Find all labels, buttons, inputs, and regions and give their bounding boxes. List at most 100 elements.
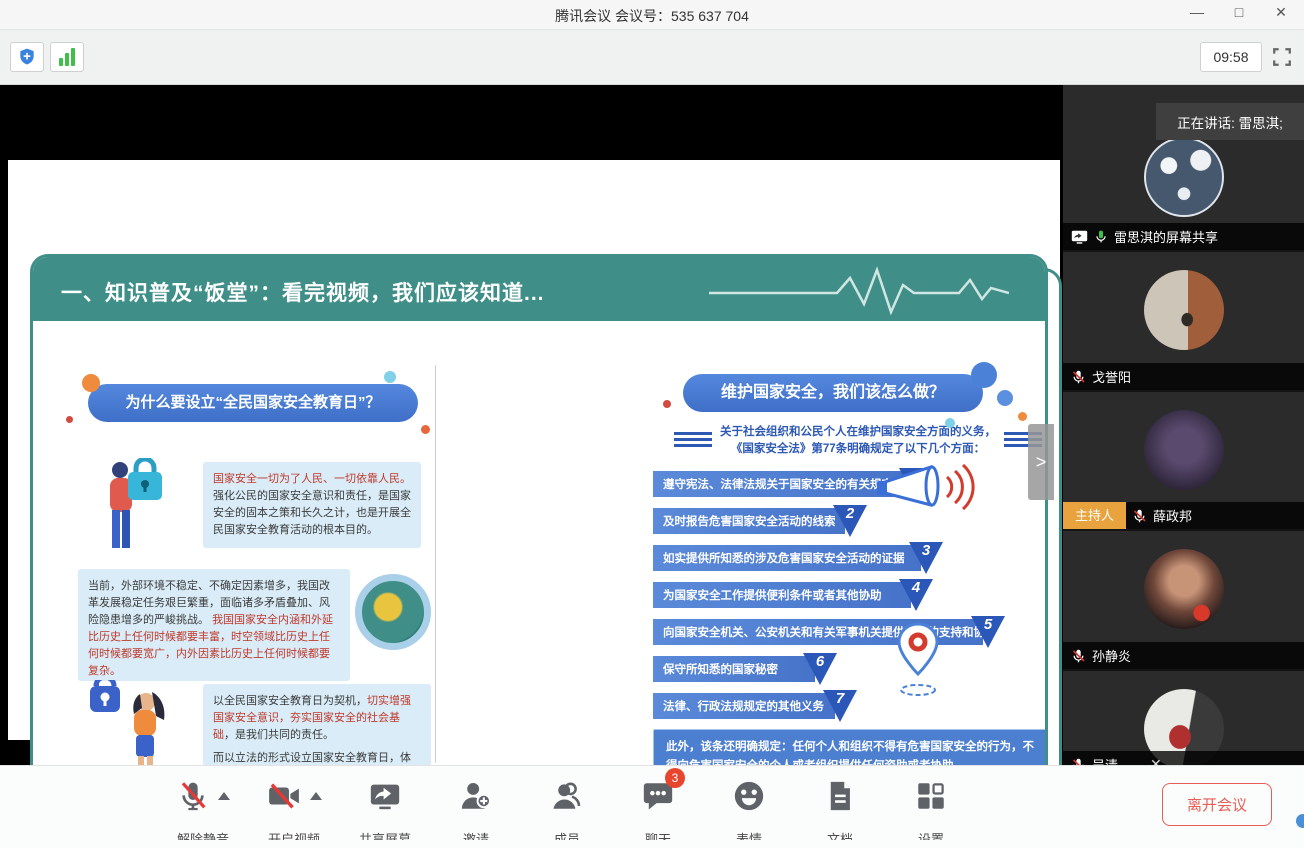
obligation-item: 为国家安全工作提供便利条件或者其他协助 4 [653, 582, 911, 608]
obligation-item: 如实提供所知悉的涉及危害国家安全活动的证据 3 [653, 545, 921, 571]
slide-header: 一、知识普及“饭堂”：看完视频，我们应该知道... [33, 257, 1045, 321]
avatar [1144, 137, 1224, 217]
number-flag: 5 [971, 616, 1005, 650]
avatar [1144, 549, 1224, 629]
shared-screen-stage: 一、知识普及“饭堂”：看完视频，我们应该知道... 为什么要设立“全民国家安全教… [0, 85, 1063, 765]
window-title: 腾讯会议 会议号：535 637 704 [0, 6, 1304, 26]
docs-button[interactable]: 文档 [805, 775, 875, 840]
participant-name: 薛政邦 [1153, 506, 1192, 525]
window-titlebar: 腾讯会议 会议号：535 637 704 — □ ✕ [0, 0, 1304, 30]
participant-name: 孙静炎 [1092, 646, 1131, 665]
start-video-button[interactable]: 开启视频 [259, 775, 329, 840]
sidebar-collapse-handle[interactable]: > [1028, 424, 1054, 500]
fullscreen-icon [1272, 47, 1292, 67]
slide-left-column: 为什么要设立“全民国家安全教育日”？ [58, 362, 438, 802]
participant-namebar: 雷思淇的屏幕共享 [1063, 223, 1304, 250]
obligation-item: 遵守宪法、法律法规关于国家安全的有关规定 1 [653, 471, 911, 497]
layout-grid-icon [914, 779, 948, 813]
decor-dot [82, 374, 100, 392]
number-flag: 4 [899, 579, 933, 613]
decor-dot [66, 416, 73, 423]
settings-button[interactable]: 设置 [896, 775, 966, 840]
participant-tile[interactable]: 孙静炎 [1063, 531, 1304, 669]
left-heading-banner: 为什么要设立“全民国家安全教育日”？ [88, 384, 418, 422]
participant-namebar: 主持人 薛政邦 [1063, 502, 1304, 529]
slide-card: 一、知识普及“饭堂”：看完视频，我们应该知道... 为什么要设立“全民国家安全教… [30, 254, 1048, 811]
right-subtitle-row: 关于社会组织和公民个人在维护国家安全方面的义务， 《国家安全法》第77条明确规定… [653, 424, 1048, 457]
video-options-caret-icon[interactable] [310, 792, 322, 800]
obligation-item: 法律、行政法规规定的其他义务 7 [653, 693, 835, 719]
meeting-timer: 09:58 [1200, 42, 1262, 72]
mic-muted-icon [1071, 757, 1086, 766]
mic-active-icon [1094, 229, 1108, 244]
participant-tile[interactable]: 吴清 ✕ [1063, 671, 1304, 765]
leave-meeting-button[interactable]: 离开会议 [1162, 783, 1272, 826]
decor-dot [663, 400, 671, 408]
decor-dot [384, 371, 396, 383]
shared-slide-surface: 一、知识普及“饭堂”：看完视频，我们应该知道... 为什么要设立“全民国家安全教… [8, 160, 1060, 740]
participant-tile[interactable]: 戈誉阳 [1063, 252, 1304, 390]
obligation-item: 及时报告危害国家安全活动的线索 2 [653, 508, 845, 534]
number-flag: 6 [803, 653, 837, 687]
members-button[interactable]: 成员 [532, 775, 602, 840]
decor-dot [1018, 412, 1027, 421]
close-icon[interactable]: ✕ [1266, 4, 1296, 21]
fullscreen-button[interactable] [1272, 47, 1292, 67]
security-shield-button[interactable] [10, 42, 44, 72]
chat-button[interactable]: 3 聊天 [623, 775, 693, 840]
close-icon[interactable]: ✕ [1150, 756, 1162, 765]
globe-icon [355, 574, 431, 650]
heartbeat-line-icon [709, 263, 1009, 319]
participant-namebar: 吴清 ✕ [1063, 751, 1304, 765]
obligation-item: 保守所知悉的国家秘密 6 [653, 656, 815, 682]
share-screen-icon [368, 779, 402, 813]
participant-name: 吴清 [1092, 755, 1118, 765]
signal-bars-icon [59, 48, 75, 66]
tencent-meeting-window: 腾讯会议 会议号：535 637 704 — □ ✕ 09:58 [0, 0, 1304, 848]
location-pin-icon [891, 620, 946, 698]
number-flag: 7 [823, 690, 857, 724]
maximize-icon[interactable]: □ [1224, 4, 1254, 20]
network-quality-button[interactable] [50, 42, 84, 72]
left-heading: 为什么要设立“全民国家安全教育日”？ [125, 394, 380, 411]
right-heading-banner: 维护国家安全，我们该怎么做？ [683, 374, 983, 412]
highlight-text: 国家安全一切为了人民、一切依靠人民。 [213, 473, 411, 485]
participant-tile-host[interactable]: 主持人 薛政邦 [1063, 392, 1304, 529]
minimize-icon[interactable]: — [1182, 4, 1212, 20]
members-icon [550, 779, 584, 813]
share-screen-button[interactable]: 共享屏幕 [350, 775, 420, 840]
left-text-block-1: 国家安全一切为了人民、一切依靠人民。强化公民的国家安全意识和责任，是国家安全的固… [203, 462, 421, 548]
unmute-button[interactable]: 解除静音 [168, 775, 238, 840]
decor-dot [421, 425, 430, 434]
right-subtitle: 关于社会组织和公民个人在维护国家安全方面的义务， 《国家安全法》第77条明确规定… [720, 424, 996, 457]
decor-dot [971, 362, 997, 388]
number-flag: 3 [909, 542, 943, 576]
camera-muted-icon [267, 779, 301, 813]
decor-dot [945, 418, 955, 428]
mic-options-caret-icon[interactable] [218, 792, 230, 800]
now-speaking-indicator: 正在讲话: 雷思淇; [1156, 103, 1304, 140]
megaphone-icon [875, 460, 980, 518]
participant-namebar: 孙静炎 [1063, 642, 1304, 669]
slide-right-column: 维护国家安全，我们该怎么做？ 关于社会组织和公民个人在维护国家安全方面的义务， … [653, 362, 1048, 807]
document-icon [823, 779, 857, 813]
decor-dot [997, 390, 1013, 406]
obligation-list: 遵守宪法、法律法规关于国家安全的有关规定 1 及时报告危害国家安全活动的线索 2… [653, 471, 1048, 719]
slide-title: 一、知识普及“饭堂”：看完视频，我们应该知道... [61, 277, 545, 307]
mic-muted-icon [177, 779, 209, 813]
person-with-lock-icon [98, 458, 168, 556]
emoji-button[interactable]: 表情 [714, 775, 784, 840]
body-text: 以全民国家安全教育日为契机， [213, 695, 367, 707]
number-flag: 2 [833, 505, 867, 539]
participant-name: 戈誉阳 [1092, 367, 1131, 386]
toolbar-items: 解除静音 开启视频 [168, 775, 966, 840]
emoji-icon [732, 779, 766, 813]
invite-button[interactable]: 邀请 [441, 775, 511, 840]
avatar [1144, 270, 1224, 350]
participants-sidebar: 雷思淇的屏幕共享 戈誉阳 主持人 薛政邦 [1063, 85, 1304, 765]
right-heading: 维护国家安全，我们该怎么做？ [721, 384, 945, 401]
host-badge: 主持人 [1063, 502, 1126, 529]
left-text-block-2: 当前，外部环境不稳定、不确定因素增多，我国改革发展稳定任务艰巨繁重，面临诸多矛盾… [78, 569, 350, 681]
notification-dot [1296, 814, 1304, 828]
shield-plus-icon [17, 47, 37, 67]
